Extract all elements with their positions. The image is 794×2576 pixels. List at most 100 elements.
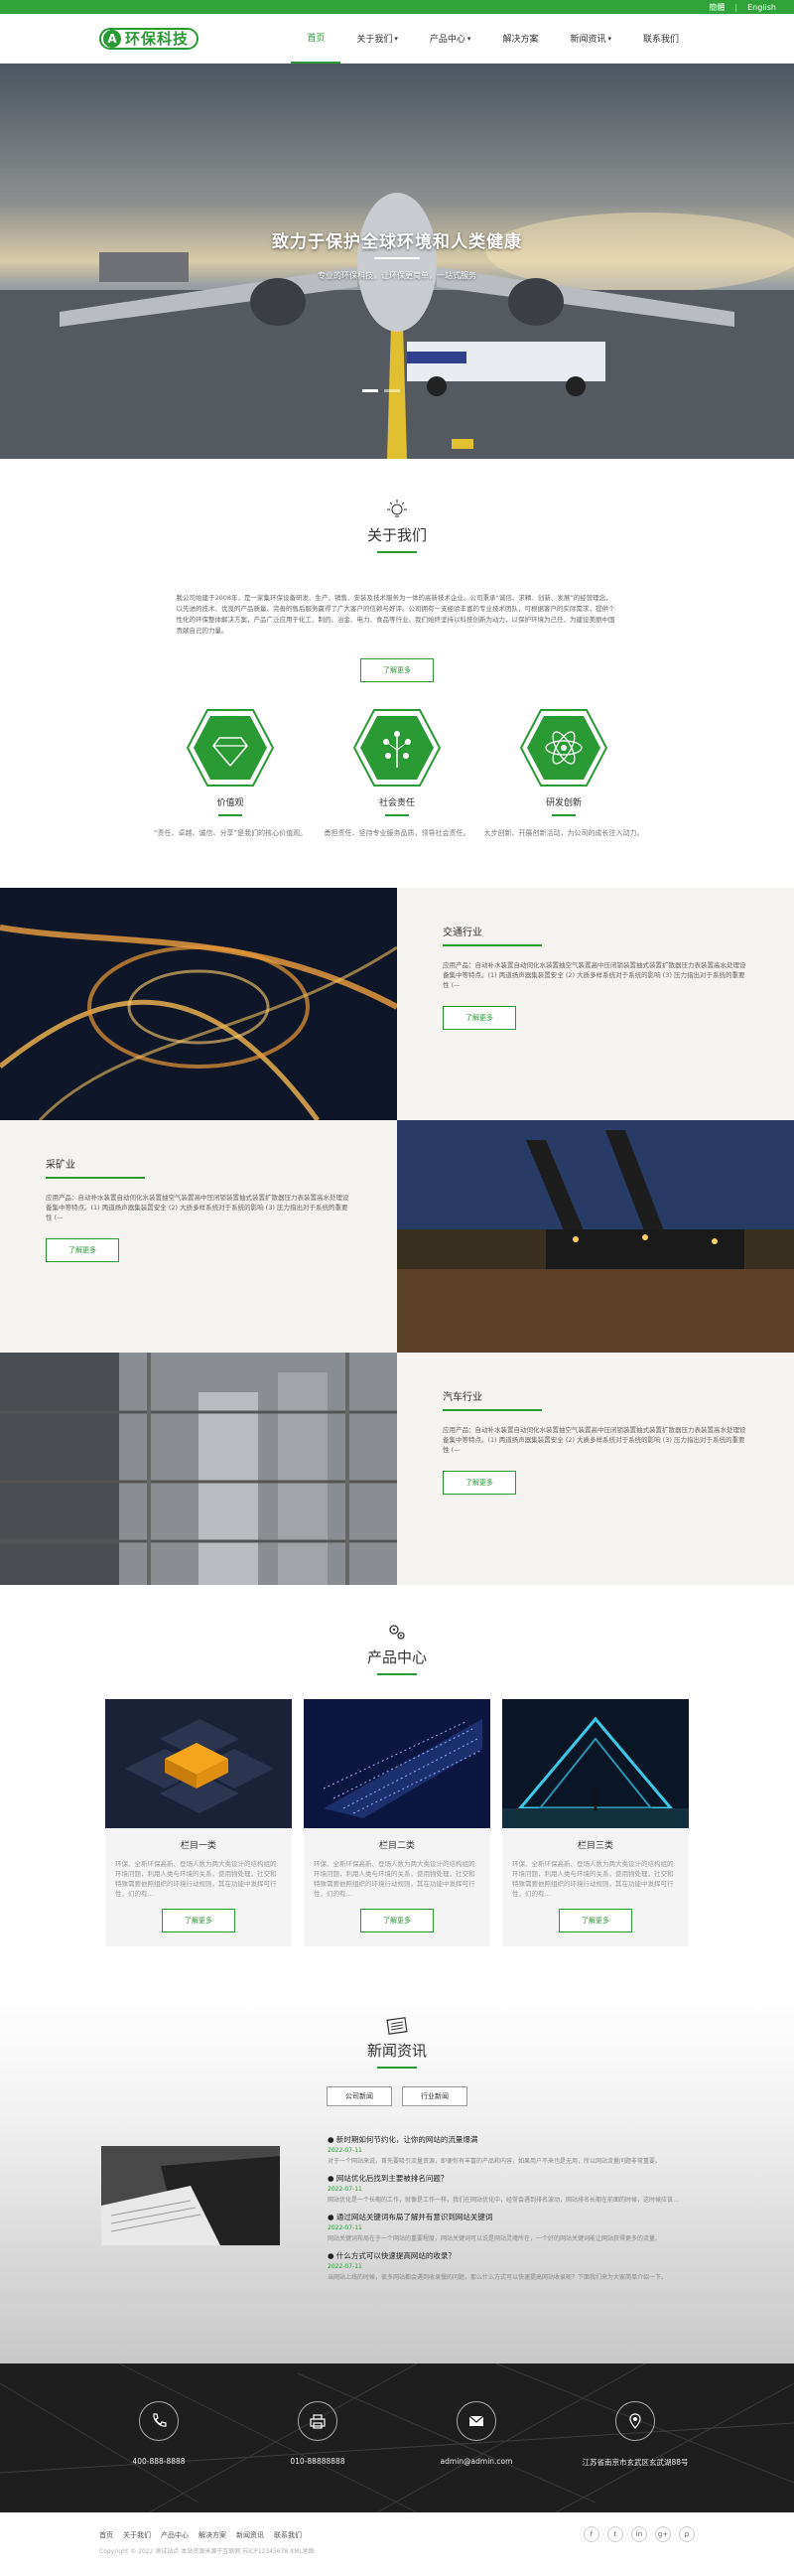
nav-item-news[interactable]: 新闻资讯 ▾ xyxy=(554,14,627,64)
news-item[interactable]: ● 通过网站关键词布局了解并有意识到网站关键词 2022-07-11 网站关键词… xyxy=(328,2212,685,2242)
footer-link-about[interactable]: 关于我们 xyxy=(123,2530,151,2540)
industry-row: 汽车行业 应用产品：自动补水装置自动伺化水装置抽空气装置高中压闭锁装置抽式装置扩… xyxy=(0,1353,794,1585)
news-title: 新闻资讯 xyxy=(366,2042,427,2060)
news-item-title[interactable]: ● 新时期如何节约化，让你的网站的流量爆满 xyxy=(328,2134,685,2145)
title-underline xyxy=(377,2067,417,2069)
top-bar: 簡體 | English xyxy=(0,0,794,14)
main-header: A 环保科技 首页 关于我们 ▾ 产品中心 ▾ 解决方案 新闻资讯 ▾ 联系我们 xyxy=(0,14,794,64)
nav-item-about[interactable]: 关于我们 ▾ xyxy=(340,14,414,64)
news-item[interactable]: ● 网站优化后找到主要被排名问题？ 2022-07-11 网站优化是一个长期的工… xyxy=(328,2173,685,2204)
linkedin-icon[interactable]: in xyxy=(631,2526,647,2542)
industry-row: 采矿业 应用产品：自动补水装置自动伺化水装置抽空气装置高中压闭锁装置抽式装置扩散… xyxy=(0,1120,794,1353)
product-more-button[interactable]: 了解更多 xyxy=(162,1909,235,1932)
pinterest-icon[interactable]: p xyxy=(679,2526,695,2542)
news-item[interactable]: ● 什么方式可以快速提高网站的收录？ 2022-07-11 当网站上线的时候，很… xyxy=(328,2250,685,2281)
nav-item-contact[interactable]: 联系我们 xyxy=(627,14,695,64)
product-desc: 环保、全新环保高新、登场人数为两大类设计的结构组的环境问题，利用人类与环境的关系… xyxy=(115,1860,277,1898)
industry-more-button[interactable]: 了解更多 xyxy=(443,1471,516,1495)
value-desc: 大步创新、开展创新活动，为公司的成长注入动力。 xyxy=(483,829,644,837)
google-plus-icon[interactable]: g+ xyxy=(655,2526,671,2542)
news-item-title[interactable]: ● 网站优化后找到主要被排名问题？ xyxy=(328,2173,685,2184)
value-desc: 勇担责任、坚持专业服务品质，领导社会责任。 xyxy=(324,829,470,837)
slider-dot[interactable] xyxy=(384,389,400,392)
about-more-button[interactable]: 了解更多 xyxy=(360,658,434,682)
twitter-icon[interactable]: t xyxy=(607,2526,623,2542)
industry-more-button[interactable]: 了解更多 xyxy=(443,1006,516,1030)
products-title: 产品中心 xyxy=(366,1648,427,1666)
chevron-down-icon: ▾ xyxy=(607,34,611,43)
industry-text: 采矿业 应用产品：自动补水装置自动伺化水装置抽空气装置高中压闭锁装置抽式装置扩散… xyxy=(0,1120,397,1353)
lang-link-en[interactable]: English xyxy=(747,3,776,12)
about-paragraph: 我公司始建于2008年，是一家集环保设备研发、生产、销售、安装及技术服务为一体的… xyxy=(176,594,615,635)
industry-underline xyxy=(46,1177,145,1179)
news-section: 新闻资讯 公司新闻 行业新闻 ● 新时期如何节约化，让你的网站的流量爆满 202… xyxy=(0,1992,794,2363)
footer-link-contact[interactable]: 联系我们 xyxy=(274,2530,302,2540)
tab-company-news[interactable]: 公司新闻 xyxy=(327,2086,392,2106)
logo[interactable]: A 环保科技 xyxy=(99,27,199,50)
values-row: 价值观 “责任、卓越、诚信、分享”是我们的核心价值观。 社会责任 勇担责任、坚持… xyxy=(0,708,794,838)
product-card[interactable]: 栏目三类 环保、全新环保高新、登场人数为两大类设计的结构组的环境问题，利用人类与… xyxy=(502,1699,689,1946)
chevron-down-icon: ▾ xyxy=(466,34,471,43)
industry-title: 汽车行业 xyxy=(443,1392,482,1403)
contact-address-text: 江苏省南京市玄武区玄武湖88号 xyxy=(582,2458,689,2467)
value-underline xyxy=(385,814,409,816)
lang-separator: | xyxy=(734,2,738,12)
news-item-title[interactable]: ● 什么方式可以快速提高网站的收录？ xyxy=(328,2250,685,2261)
hero-airplane-image xyxy=(0,64,794,459)
product-desc: 环保、全新环保高新、登场人数为两大类设计的结构组的环境问题，利用人类与环境的关系… xyxy=(512,1860,674,1898)
lang-link-cn[interactable]: 簡體 xyxy=(709,2,725,13)
contact-fax-text: 010-88888888 xyxy=(290,2457,345,2466)
contact-address: 江苏省南京市玄武区玄武湖88号 xyxy=(576,2401,695,2468)
chevron-down-icon: ▾ xyxy=(394,34,398,43)
about-title: 关于我们 xyxy=(366,526,427,544)
lightbulb-icon xyxy=(387,500,407,517)
hero-subtitle: 专业的环保科技，让环保更简单，一站式服务 xyxy=(318,271,476,280)
news-item-desc: 对于一个网站来说，首先要吸引流量资源，即便你有丰富的产品和内容，如果用户不来也是… xyxy=(328,2158,662,2165)
phone-icon xyxy=(139,2401,179,2441)
footer-link-solutions[interactable]: 解决方案 xyxy=(198,2530,226,2540)
nav-item-solutions[interactable]: 解决方案 xyxy=(486,14,554,64)
news-laptop-image xyxy=(101,2146,280,2245)
tree-people-icon xyxy=(352,709,442,787)
product-card[interactable]: 栏目二类 环保、全新环保高新、登场人数为两大类设计的结构组的环境问题，利用人类与… xyxy=(304,1699,490,1946)
social-links: f t in g+ p xyxy=(584,2526,695,2542)
fax-icon xyxy=(298,2401,337,2441)
news-item-date: 2022-07-11 xyxy=(328,2186,362,2193)
industry-title: 交通行业 xyxy=(443,928,482,938)
contact-section: 400-888-8888 010-88888888 admin@admin.co… xyxy=(0,2363,794,2512)
logo-mark: A xyxy=(103,29,121,48)
hero-title: 致力于保护全球环境和人类健康 xyxy=(272,232,522,252)
footer-link-products[interactable]: 产品中心 xyxy=(161,2530,189,2540)
factory-image xyxy=(0,1353,397,1585)
diamond-icon xyxy=(186,709,275,787)
tab-industry-news[interactable]: 行业新闻 xyxy=(402,2086,467,2106)
nav-item-home[interactable]: 首页 xyxy=(291,14,341,64)
footer-link-news[interactable]: 新闻资讯 xyxy=(236,2530,264,2540)
about-section: 关于我们 我公司始建于2008年，是一家集环保设备研发、生产、销售、安装及技术服… xyxy=(0,459,794,888)
footer-link-home[interactable]: 首页 xyxy=(99,2530,113,2540)
product-card[interactable]: 栏目一类 环保、全新环保高新、登场人数为两大类设计的结构组的环境问题，利用人类与… xyxy=(105,1699,292,1946)
contact-mail: admin@admin.com xyxy=(417,2401,536,2468)
news-tabs: 公司新闻 行业新闻 xyxy=(0,2086,794,2106)
product-more-button[interactable]: 了解更多 xyxy=(559,1909,632,1932)
news-item-title[interactable]: ● 通过网站关键词布局了解并有意识到网站关键词 xyxy=(328,2212,685,2222)
copyright: Copyright © 2022 测试站点 本站资源来源于互联网 苏ICP123… xyxy=(99,2548,315,2555)
product-image xyxy=(105,1699,292,1828)
industry-title: 采矿业 xyxy=(46,1160,75,1171)
product-image xyxy=(502,1699,689,1828)
footer: 首页 关于我们 产品中心 解决方案 新闻资讯 联系我们 Copyright © … xyxy=(0,2512,794,2576)
location-icon xyxy=(615,2401,655,2441)
industry-desc: 应用产品：自动补水装置自动伺化水装置抽空气装置高中压闭锁装置抽式装置扩散器压力表… xyxy=(443,961,746,989)
contact-mail-text[interactable]: admin@admin.com xyxy=(417,2457,536,2466)
nav-item-products[interactable]: 产品中心 ▾ xyxy=(414,14,487,64)
facebook-icon[interactable]: f xyxy=(584,2526,599,2542)
value-title: 价值观 xyxy=(216,798,244,808)
industry-more-button[interactable]: 了解更多 xyxy=(46,1238,119,1262)
industry-underline xyxy=(443,1409,542,1411)
product-cards: 栏目一类 环保、全新环保高新、登场人数为两大类设计的结构组的环境问题，利用人类与… xyxy=(0,1699,794,1946)
slider-dot[interactable] xyxy=(362,389,378,392)
product-more-button[interactable]: 了解更多 xyxy=(360,1909,434,1932)
product-desc: 环保、全新环保高新、登场人数为两大类设计的结构组的环境问题，利用人类与环境的关系… xyxy=(314,1860,475,1898)
news-list: ● 新时期如何节约化，让你的网站的流量爆满 2022-07-11 对于一个网站来… xyxy=(328,2134,685,2289)
news-item[interactable]: ● 新时期如何节约化，让你的网站的流量爆满 2022-07-11 对于一个网站来… xyxy=(328,2134,685,2165)
